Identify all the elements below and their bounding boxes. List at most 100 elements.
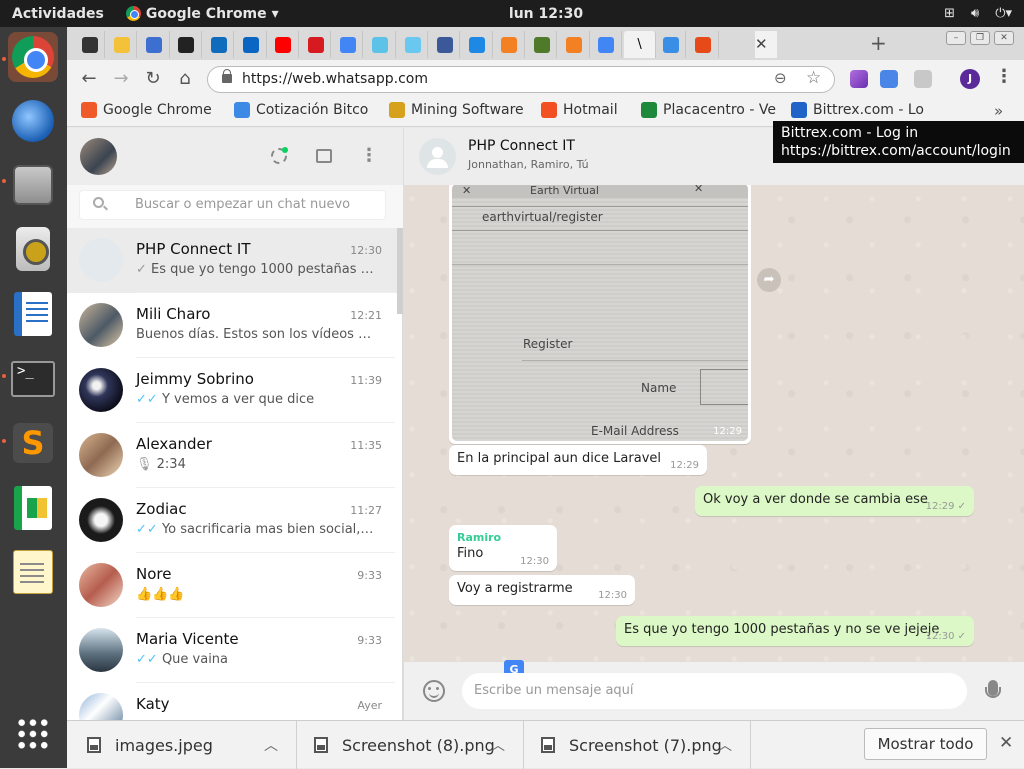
cast-icon[interactable] <box>914 70 932 88</box>
bookmark-item[interactable]: Hotmail <box>541 102 625 118</box>
message-status-icon: ✓✓ <box>136 652 158 667</box>
browser-tab[interactable] <box>366 31 396 58</box>
back-button[interactable]: ← <box>76 66 102 92</box>
dock-thunderbird[interactable] <box>8 96 58 146</box>
message-photo[interactable]: ✕ Earth Virtual ✕ earthvirtual/register … <box>452 185 748 441</box>
dock-files[interactable] <box>8 160 58 210</box>
bookmark-favicon-icon <box>641 102 657 118</box>
browser-tab[interactable] <box>689 31 719 58</box>
network-icon[interactable]: ⊞ <box>944 6 955 21</box>
dock-calc[interactable] <box>8 483 58 533</box>
dock-rhythmbox[interactable] <box>8 224 58 274</box>
maximize-button[interactable]: ❐ <box>970 31 990 45</box>
dock-gedit[interactable] <box>8 547 58 597</box>
chat-list-item[interactable]: Jeimmy Sobrino 11:39 ✓✓ Y vemos a ver que … <box>67 358 397 423</box>
close-tab-icon[interactable]: ✕ <box>755 31 777 58</box>
profile-avatar[interactable]: J <box>960 69 980 89</box>
bookmark-star-icon[interactable]: ☆ <box>806 68 821 88</box>
browser-tab[interactable] <box>592 31 622 58</box>
download-item[interactable]: Screenshot (8).png ︿ <box>294 721 524 769</box>
app-menu[interactable]: Google Chrome ▾ <box>125 6 279 22</box>
browser-tab[interactable] <box>333 31 364 58</box>
more-bookmarks-icon[interactable]: » <box>994 102 1003 120</box>
browser-tab[interactable] <box>140 31 170 58</box>
bookmark-item[interactable]: Placacentro - Ve <box>641 102 777 118</box>
browser-tab[interactable] <box>269 31 299 58</box>
message-input[interactable]: Escribe un mensaje aquí <box>462 673 967 709</box>
forward-icon[interactable]: ➦ <box>757 268 781 292</box>
incoming-message[interactable]: Voy a registrarme 12:30 <box>449 575 635 605</box>
bookmark-item[interactable]: Cotización Bitco <box>234 102 370 118</box>
power-icon[interactable]: ⏻▾ <box>995 6 1012 21</box>
browser-tab[interactable] <box>430 31 461 58</box>
google-translate-icon[interactable] <box>880 70 898 88</box>
browser-tab[interactable] <box>527 31 558 58</box>
dock-terminal[interactable]: >_ <box>8 354 58 404</box>
chat-list-item[interactable]: Mili Charo 12:21 Buenos días. Estos son l… <box>67 293 397 358</box>
group-avatar-icon[interactable] <box>419 138 456 175</box>
zoom-icon[interactable]: ⊖ <box>774 69 787 87</box>
dock-writer[interactable] <box>8 289 58 339</box>
show-applications[interactable] <box>8 709 58 759</box>
chat-list-item[interactable]: Katy Ayer <box>67 683 397 720</box>
bookmark-item[interactable]: Bittrex.com - Lo <box>791 102 937 118</box>
photo-tab-label: Earth Virtual <box>530 185 599 197</box>
new-chat-button[interactable] <box>312 144 336 168</box>
volume-icon[interactable]: 🔊︎ <box>971 6 979 21</box>
dock-sublime[interactable]: S <box>8 418 58 468</box>
show-all-downloads-button[interactable]: Mostrar todo <box>864 728 987 760</box>
emoji-icon[interactable] <box>423 680 445 702</box>
browser-tab[interactable] <box>398 31 428 58</box>
browser-tab[interactable] <box>204 31 235 58</box>
chat-list-item[interactable]: Nore 9:33 👍👍👍 <box>67 553 397 618</box>
browser-tab[interactable] <box>495 31 525 58</box>
dock-chrome[interactable] <box>8 32 58 82</box>
browser-tab[interactable] <box>107 31 138 58</box>
sidebar-menu-button[interactable]: ⋮ <box>357 144 381 168</box>
new-tab-button[interactable]: + <box>870 33 887 53</box>
chat-list-item[interactable]: Zodiac 11:27 ✓✓ Yo sacrificaria mas bien s… <box>67 488 397 553</box>
close-shelf-icon[interactable]: ✕ <box>999 733 1013 753</box>
reload-button[interactable]: ↻ <box>140 66 166 92</box>
browser-menu-icon[interactable]: ⋮ <box>995 66 1013 87</box>
chat-list-item[interactable]: Maria Vicente 9:33 ✓✓ Que vaina <box>67 618 397 683</box>
browser-tab[interactable] <box>463 31 493 58</box>
browser-tab[interactable] <box>172 31 202 58</box>
minimize-button[interactable]: – <box>946 31 966 45</box>
incoming-message[interactable]: En la principal aun dice Laravel 12:29 <box>449 445 707 475</box>
browser-tab[interactable] <box>656 31 687 58</box>
close-window-button[interactable]: ✕ <box>994 31 1014 45</box>
activities-button[interactable]: Actividades <box>0 6 104 22</box>
image-message[interactable]: ✕ Earth Virtual ✕ earthvirtual/register … <box>449 185 751 444</box>
my-avatar[interactable] <box>80 138 117 175</box>
outgoing-message[interactable]: Es que yo tengo 1000 pestañas y no se ve… <box>616 616 974 646</box>
forward-button[interactable]: → <box>108 66 134 92</box>
incoming-message[interactable]: Ramiro Fino 12:30 <box>449 525 557 571</box>
browser-tab[interactable]: \ <box>624 31 657 58</box>
browser-tab[interactable] <box>75 31 105 58</box>
chevron-up-icon[interactable]: ︿ <box>264 735 278 755</box>
microphone-icon[interactable] <box>985 680 1001 698</box>
home-button[interactable]: ⌂ <box>172 66 198 92</box>
bookmark-item[interactable]: Google Chrome <box>81 102 226 118</box>
chevron-up-icon[interactable]: ︿ <box>491 735 505 755</box>
download-item[interactable]: images.jpeg ︿ <box>67 721 297 769</box>
chevron-up-icon[interactable]: ︿ <box>718 735 732 755</box>
download-item[interactable]: Screenshot (7).png ︿ <box>521 721 751 769</box>
browser-tab[interactable] <box>560 31 590 58</box>
address-bar[interactable]: https://web.whatsapp.com ⊖ ☆ <box>207 66 835 93</box>
chat-list-item[interactable]: Alexander 11:35 🎙 2:34 <box>67 423 397 488</box>
browser-tab[interactable] <box>237 31 267 58</box>
system-tray[interactable]: ⊞ 🔊︎ ⏻▾ <box>944 6 1012 21</box>
search-input[interactable]: Buscar o empezar un chat nuevo <box>79 190 386 220</box>
photo-url-text: earthvirtual/register <box>482 210 603 224</box>
message-status-icon: 🎙 <box>136 457 153 472</box>
chat-list-item[interactable]: PHP Connect IT 12:30 ✓ Es que yo tengo 100… <box>67 228 397 293</box>
cloud-icon <box>372 36 389 53</box>
bookmark-item[interactable]: Mining Software <box>389 102 529 118</box>
chat-name: Zodiac <box>136 500 187 518</box>
status-button[interactable] <box>267 144 291 168</box>
extension-feather-icon[interactable] <box>850 70 868 88</box>
browser-tab[interactable] <box>301 31 332 58</box>
outgoing-message[interactable]: Ok voy a ver donde se cambia ese 12:29 ✓ <box>695 486 974 516</box>
